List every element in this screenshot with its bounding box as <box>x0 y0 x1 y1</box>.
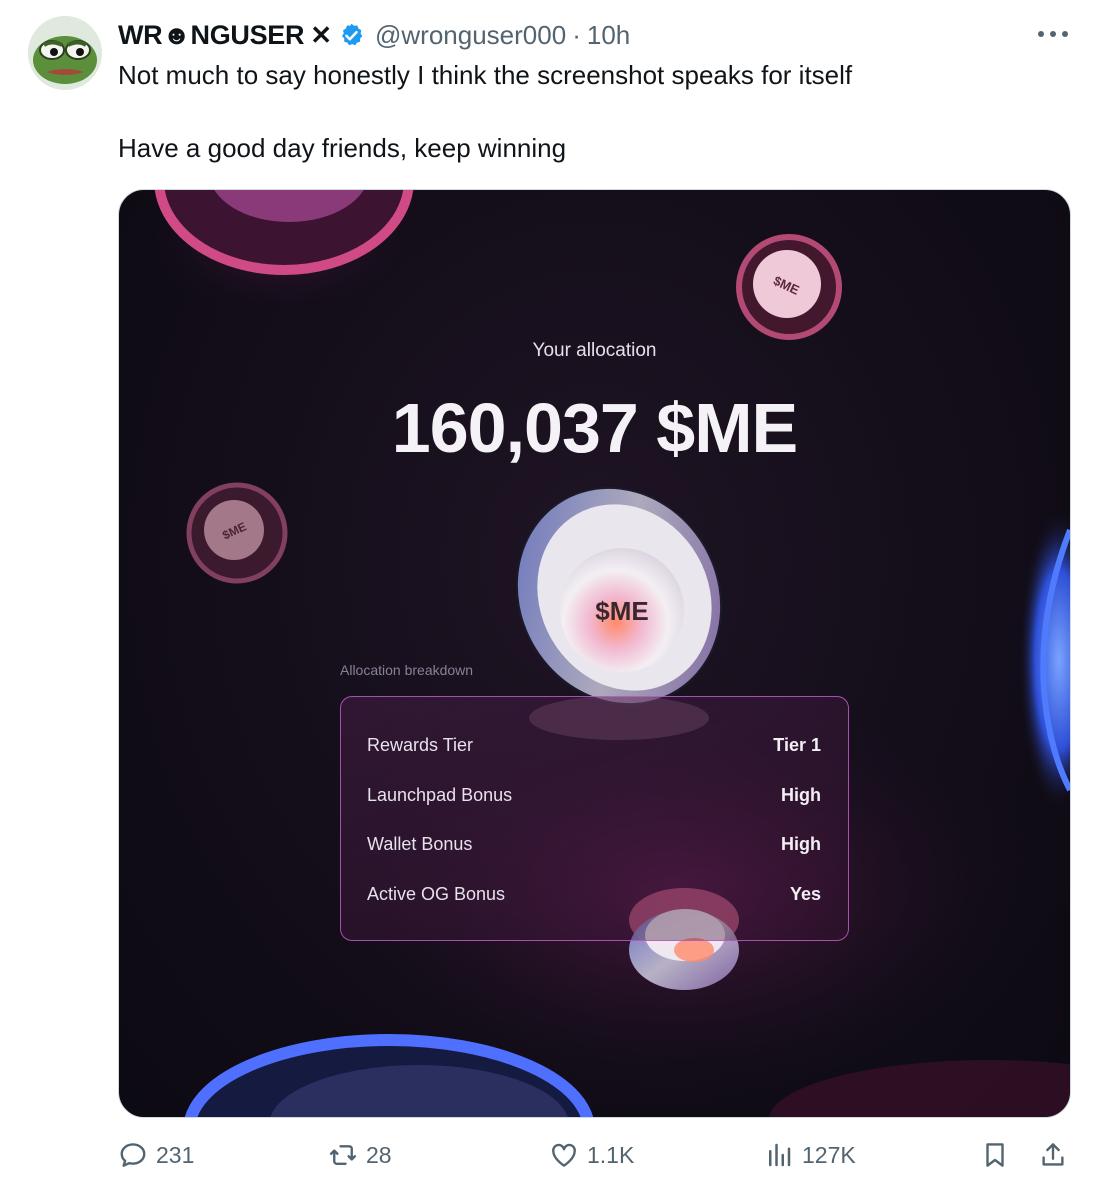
reply-icon <box>120 1143 146 1167</box>
repost-count: 28 <box>366 1141 392 1168</box>
allocation-value: 160,037 $ME <box>391 389 798 467</box>
author-handle[interactable]: @wronguser000 <box>375 20 566 51</box>
row-label: Active OG Bonus <box>367 884 506 904</box>
allocation-breakdown-card: Rewards Tier Tier 1 Launchpad Bonus High… <box>340 696 849 941</box>
views-button[interactable]: 127K <box>764 1140 856 1170</box>
views-icon <box>769 1143 791 1167</box>
row-value: High <box>781 785 821 805</box>
tweet-header: WR☻NGUSER ✕ @wronguser000 · 10h <box>118 18 630 52</box>
timestamp[interactable]: 10h <box>587 20 630 51</box>
tweet-actions-bar: 231 28 1.1K 127K <box>118 1140 1078 1180</box>
repost-icon <box>329 1145 357 1165</box>
breakdown-row: Rewards Tier Tier 1 <box>367 735 821 756</box>
author-name[interactable]: WR☻NGUSER <box>118 20 305 51</box>
row-label: Wallet Bonus <box>367 834 473 854</box>
row-value: High <box>781 834 821 854</box>
tweet-text-line-2: Have a good day friends, keep winning <box>118 133 567 163</box>
breakdown-title: Allocation breakdown <box>340 662 474 678</box>
verified-badge-icon <box>342 23 363 45</box>
reply-button[interactable]: 231 <box>118 1140 194 1170</box>
allocation-label: Your allocation <box>532 340 657 361</box>
coins-background: $ME $ME $ME <box>139 190 1070 1117</box>
like-button[interactable]: 1.1K <box>549 1140 634 1170</box>
more-icon[interactable] <box>1036 26 1070 42</box>
row-value: Yes <box>789 884 821 904</box>
breakdown-row: Launchpad Bonus High <box>367 785 821 806</box>
x-affiliate-mark: ✕ <box>310 19 333 50</box>
tweet-text-line-1: Not much to say honestly I think the scr… <box>118 60 853 90</box>
share-button[interactable] <box>1038 1140 1076 1170</box>
reply-count: 231 <box>156 1141 195 1168</box>
avatar[interactable] <box>28 16 102 90</box>
breakdown-row: Wallet Bonus High <box>367 834 821 855</box>
like-count: 1.1K <box>587 1141 635 1168</box>
like-icon <box>552 1143 576 1167</box>
tweet-media-image[interactable]: $ME $ME $ME Your allocation 160,037 $ME … <box>118 189 1071 1118</box>
breakdown-row: Active OG Bonus Yes <box>367 884 821 905</box>
views-count: 127K <box>802 1141 856 1168</box>
separator-dot: · <box>572 19 581 50</box>
row-value: Tier 1 <box>773 735 821 755</box>
row-label: Launchpad Bonus <box>367 785 513 805</box>
svg-text:$ME: $ME <box>595 596 648 626</box>
bookmark-button[interactable] <box>980 1140 1018 1170</box>
frog-avatar-image <box>28 16 102 90</box>
repost-button[interactable]: 28 <box>328 1140 392 1170</box>
row-label: Rewards Tier <box>367 735 474 755</box>
bookmark-icon <box>986 1143 1004 1167</box>
share-icon <box>1042 1143 1064 1166</box>
